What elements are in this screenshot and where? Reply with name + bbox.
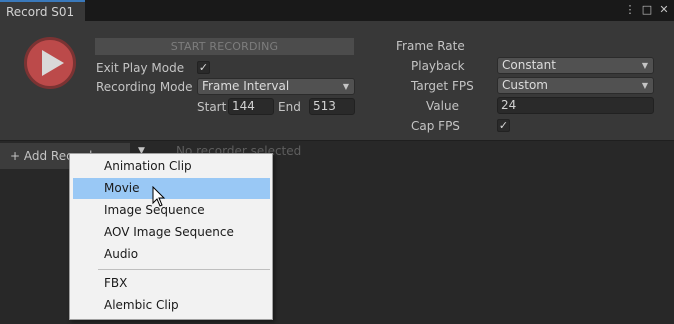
window-controls: ⋮ □ ✕ [624,3,670,17]
maximize-icon[interactable]: □ [641,3,653,17]
cap-fps-checkbox[interactable]: ✓ [497,119,510,132]
more-options-icon[interactable]: ⋮ [624,3,636,17]
menu-item-movie[interactable]: Movie [73,178,270,199]
start-recording-button[interactable]: START RECORDING [95,38,354,55]
start-frame-input[interactable]: 144 [228,98,274,115]
chevron-down-icon: ▼ [641,61,648,70]
cap-fps-label: Cap FPS [411,119,460,133]
recorder-settings-panel: START RECORDING Exit Play Mode ✓ Recordi… [0,21,674,140]
playback-value: Constant [502,58,556,72]
record-play-button[interactable] [24,37,76,89]
target-fps-label: Target FPS [411,79,474,93]
menu-separator [98,269,270,270]
mouse-cursor-icon [152,186,166,207]
target-fps-dropdown[interactable]: Custom ▼ [497,77,654,94]
recording-mode-label: Recording Mode [96,80,193,94]
start-frame-label: Start [197,100,227,114]
end-frame-input[interactable]: 513 [309,98,355,115]
tab-title: Record S01 [6,5,75,19]
menu-item-audio[interactable]: Audio [73,244,270,265]
playback-dropdown[interactable]: Constant ▼ [497,57,654,74]
end-frame-label: End [278,100,301,114]
tab-record-s01[interactable]: Record S01 [0,0,85,21]
frame-rate-heading: Frame Rate [396,39,465,53]
add-recorder-menu: Animation Clip Movie Image Sequence AOV … [69,153,273,320]
play-icon [42,50,64,76]
exit-play-mode-label: Exit Play Mode [96,61,185,75]
tab-bar: Record S01 ⋮ □ ✕ [0,0,674,21]
chevron-down-icon: ▼ [342,82,349,91]
target-fps-value: Custom [502,78,548,92]
menu-item-alembic-clip[interactable]: Alembic Clip [73,295,270,316]
recording-mode-value: Frame Interval [202,79,290,93]
menu-item-image-sequence[interactable]: Image Sequence [73,200,270,221]
menu-item-fbx[interactable]: FBX [73,273,270,294]
recording-mode-dropdown[interactable]: Frame Interval ▼ [197,78,355,95]
fps-value-input[interactable]: 24 [497,97,654,114]
menu-item-aov-image-sequence[interactable]: AOV Image Sequence [73,222,270,243]
fps-value-label: Value [426,99,459,113]
close-icon[interactable]: ✕ [658,3,670,17]
exit-play-mode-checkbox[interactable]: ✓ [197,61,210,74]
menu-item-animation-clip[interactable]: Animation Clip [73,156,270,177]
chevron-down-icon: ▼ [641,81,648,90]
playback-label: Playback [411,59,465,73]
